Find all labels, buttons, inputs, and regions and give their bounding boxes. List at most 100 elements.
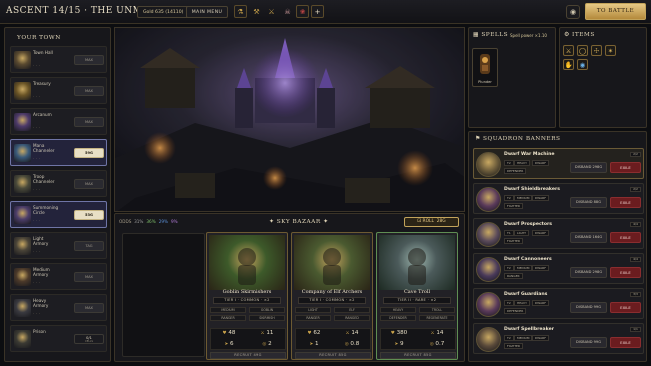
unit-card[interactable]: Cave Troll TIER II · RARE · ×2 HEAVY TROLL D… <box>376 232 458 360</box>
amulet-icon[interactable]: ⚗ <box>234 5 247 18</box>
unit-tag: LIGHT <box>295 307 331 313</box>
building-icon <box>14 206 31 224</box>
building-icon <box>14 82 31 100</box>
stat-value: 0.7 <box>435 341 445 347</box>
squadron-unit-row[interactable]: Dwarf Cannoneers T2 MEDIUM DWARF RANGER 4/4 DI… <box>473 253 644 284</box>
add-icon[interactable]: + <box>311 5 324 18</box>
building-row[interactable]: Heavy Armory · · · MAX <box>10 294 107 321</box>
unit-card-name: Goblin Skirmishers <box>222 289 272 295</box>
exile-button[interactable]: EXILE <box>610 302 641 313</box>
stat-value: 14 <box>436 330 444 336</box>
squadron-unit-row[interactable]: Dwarf Spellbreaker T2 MEDIUM DWARF FIGHTER 1/… <box>473 323 644 354</box>
disband-button[interactable]: DISBAND 99G <box>570 337 607 348</box>
disband-button[interactable]: DISBAND 298G <box>570 162 607 173</box>
recruit-button[interactable]: RECRUIT 85G <box>295 352 371 359</box>
stat-icon: ⚔ <box>430 331 435 336</box>
building-row[interactable]: Arcanum · · · MAX <box>10 108 107 135</box>
building-icon <box>14 51 31 69</box>
disband-button[interactable]: DISBAND 298G <box>570 267 607 278</box>
squadron-unit-row[interactable]: Dwarf Shieldbreakers T2 MEDIUM DWARF FIGHTER… <box>473 183 644 214</box>
squadron-unit-row[interactable]: Dwarf Guardians T2 HEAVY DWARF DEFENDER 3/3 DI… <box>473 288 644 319</box>
stat-icon: ♥ <box>222 331 227 336</box>
building-row[interactable]: Light Armory · · · TAG <box>10 232 107 259</box>
stat-value: 6 <box>230 341 234 347</box>
unit-card-tier: TIER I · COMMON · ×2 <box>213 297 281 304</box>
stat-icon: ◎ <box>262 342 267 347</box>
chalice-icon[interactable]: ☩ <box>591 45 602 56</box>
town-scene-image <box>114 27 465 212</box>
exile-button[interactable]: EXILE <box>610 162 641 173</box>
unit-tag: T2 <box>504 195 514 201</box>
exile-button[interactable]: EXILE <box>610 232 641 243</box>
eye-icon[interactable]: ◉ <box>566 5 580 19</box>
unit-card[interactable]: Company of Elf Archers TIER I · COMMON · … <box>291 232 373 360</box>
unit-tag: DWARF <box>532 160 549 166</box>
building-row[interactable]: Troop Channeler · · · MAX <box>10 170 107 197</box>
stat-icon: ➤ <box>224 342 229 347</box>
stat-value: 2 <box>268 341 272 347</box>
gauntlet-icon[interactable]: ✋ <box>563 59 574 70</box>
exile-button[interactable]: EXILE <box>610 267 641 278</box>
building-icon <box>14 330 31 348</box>
spell-power: Spell power ×1.10 <box>510 33 547 38</box>
sword-icon[interactable]: ⚔ <box>563 45 574 56</box>
squadron-unit-row[interactable]: Dwarf War Machine T2 HEAVY DWARF DEFENDER 2/2… <box>473 148 644 179</box>
unit-tag: HEAVY <box>380 307 416 313</box>
stat-icon: ♥ <box>307 331 312 336</box>
max-level-button: MAX <box>74 86 104 96</box>
unit-portrait <box>209 235 285 290</box>
stat-icon: ➤ <box>394 342 399 347</box>
building-row[interactable]: Town Hall · · · MAX <box>10 46 107 73</box>
building-row[interactable]: Prison 0/1 CELLS <box>10 325 107 352</box>
compass-icon[interactable]: ✶ <box>605 45 616 56</box>
unit-count: 4/4 <box>630 222 641 227</box>
unit-tag: RANGER <box>210 315 246 321</box>
building-name: Light Armory <box>33 236 49 246</box>
building-row[interactable]: Summoning Circle · · · 53G <box>10 201 107 228</box>
squadron-unit-row[interactable]: Dwarf Prospectors T1 LIGHT DWARF FIGHTER 4/4 D… <box>473 218 644 249</box>
disband-button[interactable]: DISBAND 164G <box>570 232 607 243</box>
odds-value: 31% <box>134 219 144 224</box>
to-battle-button[interactable]: TO BATTLE <box>585 3 646 20</box>
crossed-weapons-icon[interactable]: ⚔ <box>265 5 278 18</box>
unit-tag: DWARF <box>532 335 549 341</box>
disband-button[interactable]: DISBAND 99G <box>570 302 607 313</box>
orb-icon[interactable]: ◉ <box>577 59 588 70</box>
unit-card[interactable]: Goblin Skirmishers TIER I · COMMON · ×2 ME… <box>206 232 288 360</box>
building-name: Summoning Circle <box>33 205 59 215</box>
building-level-dots: · · · <box>33 126 41 130</box>
spell-card-plunder[interactable]: Plunder <box>472 48 498 87</box>
main-menu-button[interactable]: MAIN MENU <box>186 6 228 18</box>
ring-icon[interactable]: ◯ <box>577 45 588 56</box>
flame-icon[interactable]: ❀ <box>296 5 309 18</box>
stat-value: 62 <box>313 330 321 336</box>
unit-stat: ◎ 0.8 <box>334 341 370 347</box>
building-row[interactable]: Treasury · · · MAX <box>10 77 107 104</box>
empty-card-slot <box>122 233 205 357</box>
disband-button[interactable]: DISBAND 88G <box>570 197 607 208</box>
unit-count: 2/2 <box>630 187 641 192</box>
grid-icon: ▦ <box>473 32 479 38</box>
roll-button[interactable]: ⚀ ROLL 28G <box>404 217 459 227</box>
unit-stats: ♥ 380 ⚔ 14 ➤ 9 ◎ 0.7 <box>380 328 456 350</box>
stat-icon: ♥ <box>390 331 395 336</box>
building-icon <box>14 237 31 255</box>
axe-icon[interactable]: ⚒ <box>250 5 263 18</box>
skull-icon[interactable]: ☠ <box>281 5 294 18</box>
odds-value: 9% <box>171 219 178 224</box>
gear-icon: ⚙ <box>564 32 570 38</box>
unit-portrait <box>476 222 501 247</box>
building-row[interactable]: Mana Channeler · · · 59G <box>10 139 107 166</box>
exile-button[interactable]: EXILE <box>610 337 641 348</box>
odds-value: 29% <box>158 219 169 224</box>
unit-tag: DWARF <box>532 265 549 271</box>
upgrade-button[interactable]: 53G <box>74 210 104 220</box>
recruit-button[interactable]: RECRUIT 85G <box>380 352 456 359</box>
building-level-dots: · · · <box>33 312 41 316</box>
unit-stat: ♥ 380 <box>381 330 417 336</box>
recruit-button[interactable]: RECRUIT 49G <box>210 352 286 359</box>
roll-label: ROLL <box>422 219 434 224</box>
exile-button[interactable]: EXILE <box>610 197 641 208</box>
building-row[interactable]: Medium Armory · · · MAX <box>10 263 107 290</box>
upgrade-button[interactable]: 59G <box>74 148 104 158</box>
